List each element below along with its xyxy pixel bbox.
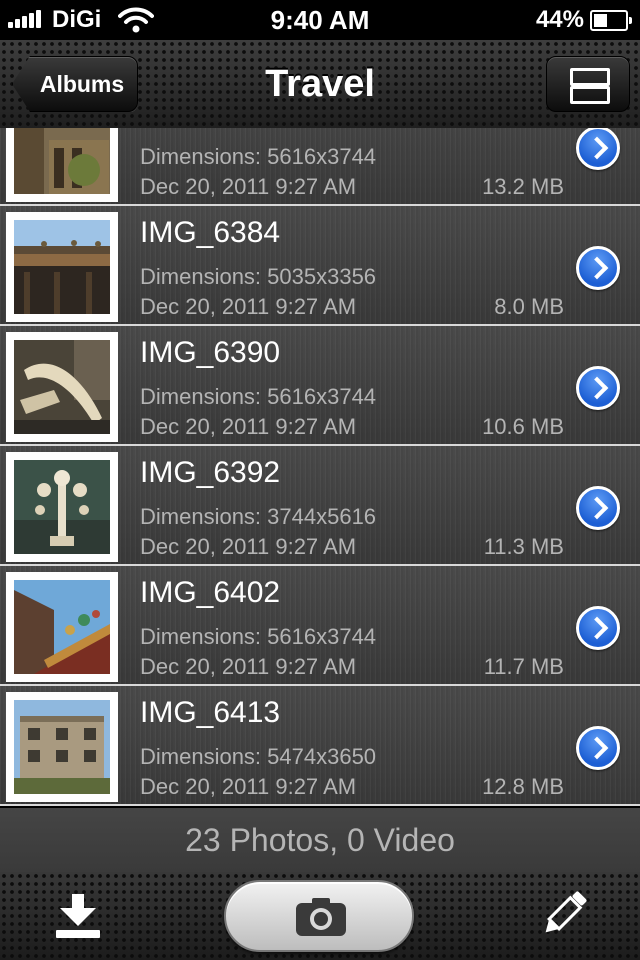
view-toggle-button[interactable] [546,56,630,112]
photo-row[interactable]: IMG_6392 Dimensions: 3744x5616 Dec 20, 2… [0,446,640,566]
photo-dimensions: Dimensions: 5616x3744 [140,144,377,169]
photo-title: IMG_6402 [140,576,281,609]
photo-row[interactable]: Dimensions: 5616x3744 Dec 20, 2011 9:27 … [0,128,640,206]
photo-size: 11.3 MB [483,534,564,559]
photo-size: 12.8 MB [482,774,564,799]
bottom-toolbar [0,872,640,960]
temple-eaves-thumbnail [14,580,110,674]
photo-title: IMG_6390 [140,336,281,369]
photo-row[interactable]: IMG_6402 Dimensions: 5616x3744 Dec 20, 2… [0,566,640,686]
camera-icon [296,898,346,936]
ivory-tusk-thumbnail [14,340,110,434]
detail-disclosure-button[interactable] [576,726,620,770]
page-title: Travel [265,62,375,105]
photo-date: Dec 20, 2011 9:27 AM [140,414,357,439]
photo-row[interactable]: IMG_6413 Dimensions: 5474x3650 Dec 20, 2… [0,686,640,806]
photo-title: IMG_6413 [140,696,281,729]
photo-thumbnail [6,212,118,322]
battery-percent: 44% [535,6,584,33]
photo-row[interactable]: IMG_6384 Dimensions: 5035x3356 Dec 20, 2… [0,206,640,326]
photo-date: Dec 20, 2011 9:27 AM [140,654,357,679]
photo-list[interactable]: Dimensions: 5616x3744 Dec 20, 2011 9:27 … [0,128,640,808]
photo-thumbnail [6,692,118,802]
detail-disclosure-button[interactable] [576,486,620,530]
photo-size: 10.6 MB [482,414,564,439]
photo-row[interactable]: IMG_6390 Dimensions: 5616x3744 Dec 20, 2… [0,326,640,446]
pencil-icon [545,891,587,933]
photo-title: IMG_6392 [140,456,281,489]
status-bar: DiGi 9:40 AM 44% [0,0,640,40]
back-button[interactable]: Albums [12,56,138,112]
detail-disclosure-button[interactable] [576,606,620,650]
photo-thumbnail [6,332,118,442]
photo-dimensions: Dimensions: 5474x3650 [140,744,377,769]
photo-title: IMG_6384 [140,216,281,249]
photo-date: Dec 20, 2011 9:27 AM [140,774,357,799]
old-building-thumbnail [14,700,110,794]
download-button[interactable] [52,892,104,942]
photo-dimensions: Dimensions: 5616x3744 [140,624,377,649]
edit-button[interactable] [540,888,588,940]
temple-ornament-thumbnail [14,128,110,194]
photo-dimensions: Dimensions: 3744x5616 [140,504,377,529]
download-icon [56,894,100,938]
detail-disclosure-button[interactable] [576,246,620,290]
photo-size: 13.2 MB [482,174,564,199]
photo-count-summary: 23 Photos, 0 Video [0,808,640,872]
detail-disclosure-button[interactable] [576,366,620,410]
photo-dimensions: Dimensions: 5035x3356 [140,264,377,289]
photo-date: Dec 20, 2011 9:27 AM [140,534,357,559]
temple-roof-thumbnail [14,220,110,314]
battery-level-fill [594,14,608,27]
photo-thumbnail [6,128,118,202]
ivory-sculpture-thumbnail [14,460,110,554]
photo-thumbnail [6,572,118,682]
camera-button[interactable] [224,880,414,952]
photo-size: 8.0 MB [494,294,564,319]
navigation-bar: Albums Travel [0,40,640,130]
photo-date: Dec 20, 2011 9:27 AM [140,294,357,319]
photo-date: Dec 20, 2011 9:27 AM [140,174,357,199]
photo-size: 11.7 MB [483,654,564,679]
battery-icon [590,10,632,31]
detail-disclosure-button[interactable] [576,128,620,170]
photo-dimensions: Dimensions: 5616x3744 [140,384,377,409]
photo-thumbnail [6,452,118,562]
